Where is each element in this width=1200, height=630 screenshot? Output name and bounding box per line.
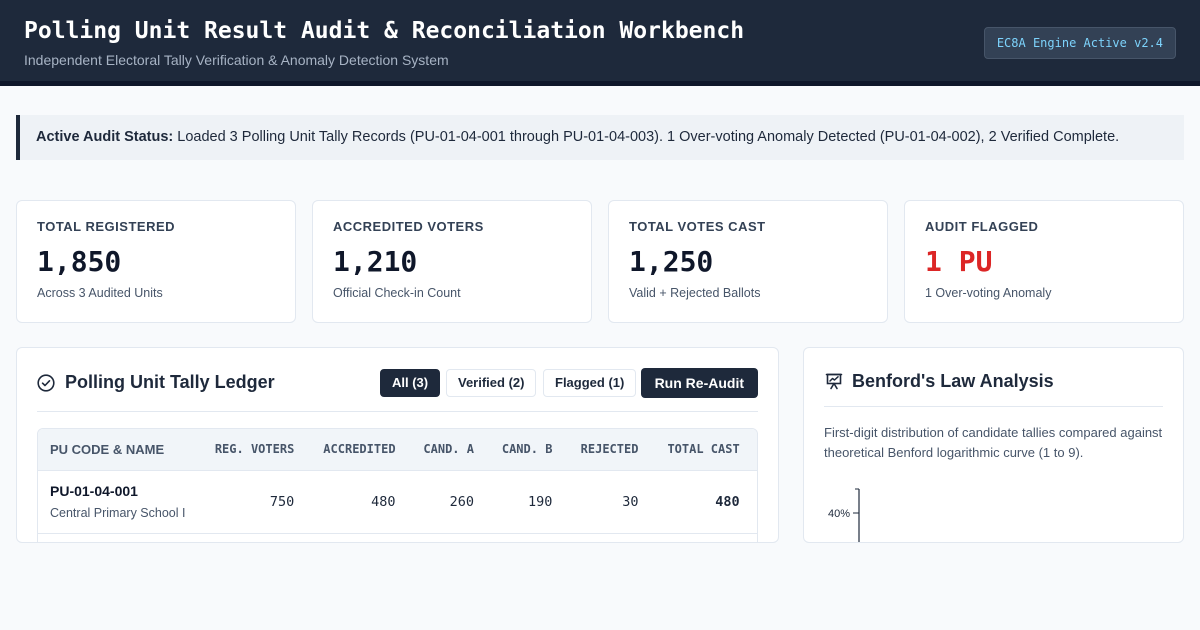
reg-voters-cell: 750 [269,493,295,510]
stat-label: Accredited Voters [333,219,484,234]
ledger-title: Polling Unit Tally Ledger [65,372,275,392]
app-header: Polling Unit Result Audit & Reconciliati… [0,0,1200,86]
presentation-chart-icon [825,373,843,390]
benford-chart: 40% [828,488,860,542]
pu-code: PU-01-04-001 [50,483,138,499]
stat-card-audit-flagged: Audit Flagged 1 PU 1 Over-voting Anomaly [904,200,1184,323]
app-subtitle: Independent Electoral Tally Verification… [24,52,449,68]
benford-title: Benford's Law Analysis [852,371,1054,391]
cand-b-cell: 190 [528,493,553,510]
column-header[interactable]: CAND. A [408,429,486,470]
audit-status-label: Active Audit Status: [36,129,174,145]
pu-cell: PU-01-04-001 Central Primary School I [38,470,197,533]
stat-value: 1,210 [333,245,418,278]
table-header-row: PU CODE & NAME REG. VOTERS ACCREDITED CA… [38,429,757,470]
column-header[interactable]: ACCREDITED [306,429,407,470]
stat-label: Total Votes Cast [629,219,766,234]
filter-flagged-button[interactable]: Flagged (1) [543,369,637,397]
ledger-header: Polling Unit Tally Ledger All (3) Verifi… [37,368,758,412]
benford-header: Benford's Law Analysis [824,368,1163,407]
stat-label: Total Registered [37,219,176,234]
stat-value: 1,250 [629,245,714,278]
stat-note: Official Check-in Count [333,286,461,300]
filter-all-button[interactable]: All (3) [380,369,441,397]
y-axis-tick-label: 40% [828,508,850,520]
table-row[interactable] [38,533,757,542]
engine-status-badge: EC8A Engine Active v2.4 [983,27,1176,59]
cand-a-cell: 260 [449,493,474,510]
rejected-cell: 30 [622,493,639,510]
stat-value: 1 PU [925,245,993,278]
benford-description: First-digit distribution of candidate ta… [824,425,1163,460]
status-cell [752,470,757,533]
column-header[interactable]: TOTAL CAST [650,429,751,470]
benford-panel: Benford's Law Analysis First-digit distr… [803,347,1184,543]
audit-status-text: Loaded 3 Polling Unit Tally Records (PU-… [177,129,1120,145]
run-re-audit-button[interactable]: Run Re-Audit [640,368,758,398]
stat-label: Audit Flagged [925,219,1039,234]
stat-note: Across 3 Audited Units [37,286,163,300]
tally-table: PU CODE & NAME REG. VOTERS ACCREDITED CA… [37,428,758,542]
check-circle-icon [37,374,55,392]
app-title: Polling Unit Result Audit & Reconciliati… [24,18,745,44]
stat-card-total-registered: Total Registered 1,850 Across 3 Audited … [16,200,296,323]
table-row[interactable]: PU-01-04-001 Central Primary School I 75… [38,470,757,533]
stat-note: Valid + Rejected Ballots [629,286,761,300]
column-header[interactable]: S [752,429,757,470]
stat-note: 1 Over-voting Anomaly [925,286,1052,300]
filter-verified-button[interactable]: Verified (2) [446,369,537,397]
stat-card-total-votes-cast: Total Votes Cast 1,250 Valid + Rejected … [608,200,888,323]
column-header[interactable]: REJECTED [564,429,650,470]
pu-name: Central Primary School I [50,506,186,520]
total-cast-cell: 480 [715,493,740,510]
column-header[interactable]: PU CODE & NAME [38,429,197,470]
column-header[interactable]: REG. VOTERS [197,429,306,470]
tally-ledger-panel: Polling Unit Tally Ledger All (3) Verifi… [16,347,779,543]
stat-value: 1,850 [37,245,122,278]
accredited-cell: 480 [371,493,396,510]
audit-status-banner: Active Audit Status: Loaded 3 Polling Un… [16,115,1184,160]
stat-card-accredited-voters: Accredited Voters 1,210 Official Check-i… [312,200,592,323]
column-header[interactable]: CAND. B [486,429,564,470]
